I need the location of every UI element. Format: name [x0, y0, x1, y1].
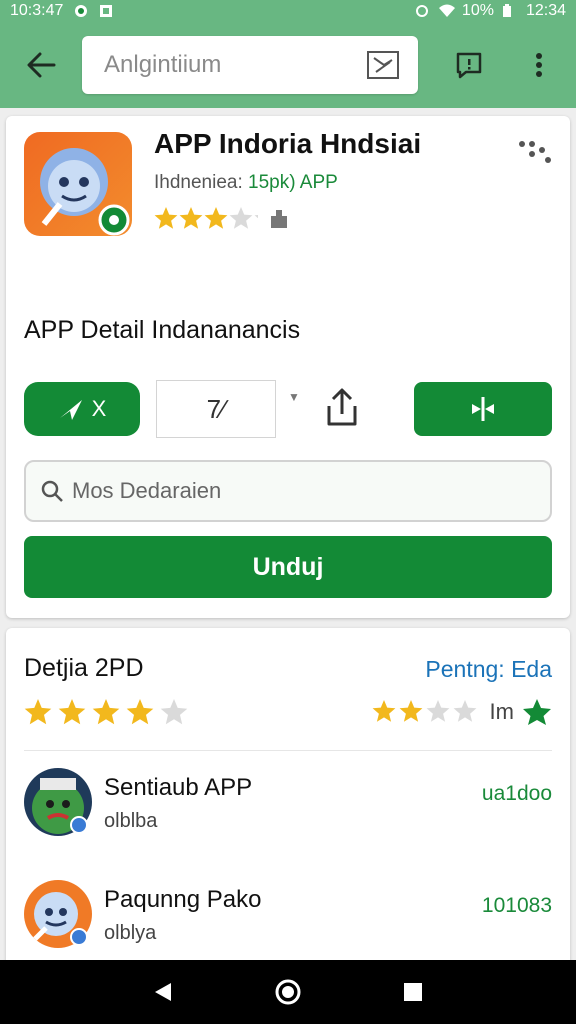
app-title: APP Indoria Hndsiai	[154, 128, 422, 159]
star-filled-icon	[179, 207, 203, 229]
reviews-right-label: Im	[489, 699, 514, 724]
list-item-name: Paqunng Pako	[104, 886, 262, 913]
list-item[interactable]: Sentiaub APP olblba ua1doo	[24, 768, 552, 846]
star-empty-icon	[426, 700, 449, 722]
star-filled-icon	[154, 207, 178, 229]
rating-stars	[372, 700, 476, 722]
expand-button[interactable]	[414, 382, 552, 436]
circle-home-icon	[275, 979, 301, 1005]
airplane-icon	[59, 400, 82, 420]
wishlist-label: X	[91, 396, 107, 421]
nav-home-button[interactable]	[268, 972, 308, 1012]
star-empty-icon	[229, 207, 253, 229]
star-filled-icon	[372, 700, 395, 722]
reviews-divider	[24, 750, 552, 751]
back-button[interactable]	[20, 44, 62, 86]
age-rating-icon	[271, 210, 287, 228]
reviews-card: Detjia 2PD Pentng: Eda Im Sentiaub APP o…	[6, 628, 570, 968]
install-button[interactable]: Unduj	[24, 536, 552, 598]
wifi-icon	[438, 4, 455, 18]
list-item-value: 101083	[481, 894, 552, 917]
more-options-button[interactable]	[518, 44, 560, 86]
star-empty-icon	[254, 215, 258, 219]
app-rating	[154, 206, 290, 232]
outline-action-button[interactable]: 7∕	[156, 380, 276, 438]
arrow-left-icon	[27, 52, 56, 78]
square-recents-icon	[404, 983, 423, 1001]
star-filled-icon	[58, 699, 86, 725]
system-nav-bar	[0, 960, 576, 1024]
battery-level: 10%	[461, 2, 494, 19]
app-overflow-menu[interactable]	[518, 138, 552, 166]
star-filled-icon	[126, 699, 154, 725]
reviews-stars-right: Im	[372, 698, 552, 726]
reviews-stars-left	[24, 698, 188, 726]
outline-action-label: 7∕	[206, 393, 226, 424]
triangle-back-icon	[154, 983, 171, 1001]
verified-badge-icon	[70, 816, 88, 834]
star-filled-icon	[92, 699, 120, 725]
reviews-title: Detjia 2PD	[24, 654, 144, 682]
app-subtitle: Ihdneniea: 15pk) APP	[154, 172, 338, 194]
app-detail-card: APP Indoria Hndsiai Ihdneniea: 15pk) APP…	[6, 116, 570, 618]
verified-badge-icon	[70, 928, 88, 946]
status-time-right: 12:34	[525, 2, 566, 19]
app-bar: Anlgintiium	[0, 22, 576, 108]
app-icon	[24, 132, 132, 236]
app-subtitle-accent: 15pk) APP	[248, 172, 338, 193]
dots-grid-icon	[519, 141, 551, 163]
reviews-link[interactable]: Pentng: Eda	[425, 656, 552, 683]
app-subtitle-prefix: Ihdneniea:	[154, 172, 243, 193]
feedback-button[interactable]	[448, 44, 490, 86]
star-empty-icon	[160, 699, 188, 725]
image-notification-icon	[99, 4, 115, 18]
star-filled-icon	[399, 700, 422, 722]
dropdown-caret-icon[interactable]: ▼	[288, 390, 300, 404]
status-time-left: 10:3:47	[10, 2, 64, 19]
search-icon	[41, 480, 63, 502]
star-empty-icon	[453, 700, 476, 722]
list-item-value: ua1doo	[481, 782, 552, 805]
compress-arrows-icon	[472, 397, 494, 421]
rating-stars	[24, 699, 188, 725]
list-item-meta: olblba	[104, 810, 158, 832]
more-vert-icon	[536, 53, 542, 77]
search-placeholder: Anlgintiium	[104, 51, 222, 78]
app-search-placeholder: Mos Dedaraien	[72, 478, 222, 503]
detail-title: APP Detail Indananancis	[24, 316, 301, 344]
app-notification-icon	[73, 4, 89, 18]
star-filled-icon	[24, 699, 52, 725]
nav-recents-button[interactable]	[393, 972, 433, 1012]
app-search-field[interactable]: Mos Dedaraien	[24, 460, 552, 522]
star-filled-icon	[204, 207, 228, 229]
list-item-meta: olblya	[104, 922, 157, 944]
battery-icon	[502, 4, 518, 18]
wishlist-button[interactable]: X	[24, 382, 140, 436]
star-green-icon[interactable]	[522, 698, 552, 726]
feedback-icon	[456, 52, 482, 79]
search-input[interactable]: Anlgintiium	[82, 36, 418, 94]
status-bar: 10:3:47 10% 12:34	[0, 0, 576, 22]
nav-back-button[interactable]	[143, 972, 183, 1012]
share-button[interactable]	[322, 386, 362, 430]
list-item[interactable]: Paqunng Pako olblya 101083	[24, 880, 552, 958]
location-icon	[414, 4, 430, 18]
list-item-name: Sentiaub APP	[104, 774, 253, 801]
rating-stars	[154, 207, 258, 229]
image-search-icon[interactable]	[366, 50, 400, 80]
share-icon	[327, 388, 357, 426]
